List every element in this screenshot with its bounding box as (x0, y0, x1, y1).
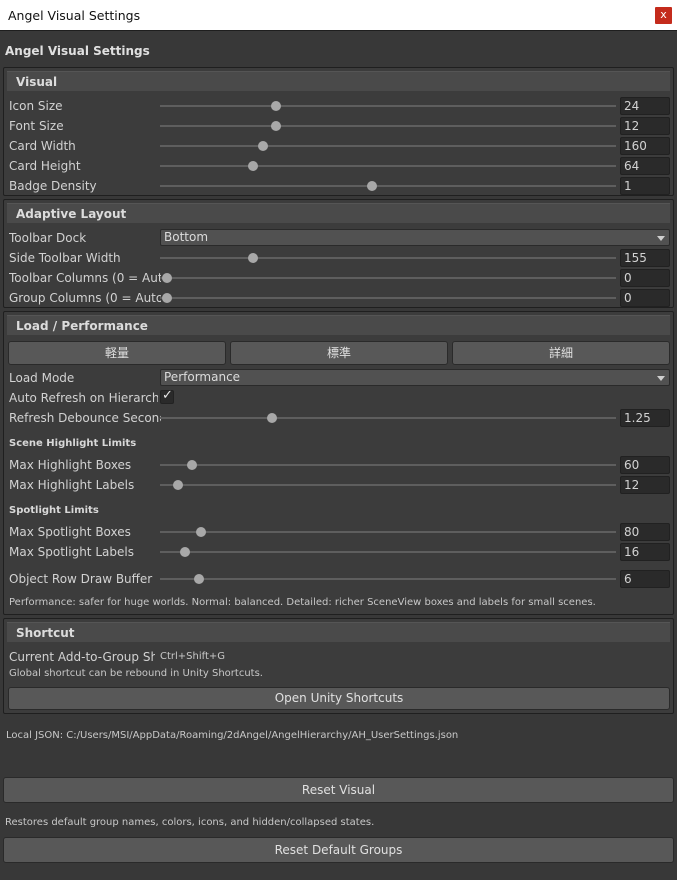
adaptive-row-slider[interactable] (160, 273, 616, 283)
performance-note: Performance: safer for huge worlds. Norm… (9, 597, 596, 608)
adaptive-row-slider[interactable] (160, 293, 616, 303)
scene-row-field[interactable]: 12 (620, 476, 670, 494)
debounce-label: Refresh Debounce Seconds (9, 411, 161, 425)
adaptive-section: Adaptive Layout Toolbar Dock Bottom Side… (3, 199, 674, 308)
visual-row-slider[interactable] (160, 181, 616, 191)
adaptive-row-field[interactable]: 0 (620, 269, 670, 287)
reset-visual-button[interactable]: Reset Visual (3, 777, 674, 803)
auto-refresh-checkbox[interactable]: ✓ (160, 388, 174, 404)
visual-row-label: Card Height (9, 159, 81, 173)
visual-row-slider[interactable] (160, 141, 616, 151)
adaptive-row-label: Side Toolbar Width (9, 251, 121, 265)
auto-refresh-label: Auto Refresh on Hierarchy Change (9, 391, 158, 405)
visual-row-slider-thumb[interactable] (367, 181, 378, 191)
spot-row-slider[interactable] (160, 527, 616, 537)
close-button[interactable]: x (655, 7, 672, 24)
debounce-slider[interactable] (160, 413, 616, 423)
scene-row-slider[interactable] (160, 480, 616, 490)
adaptive-row-label: Group Columns (0 = Auto) (9, 291, 161, 305)
visual-row-slider-thumb[interactable] (271, 101, 282, 111)
shortcut-note: Global shortcut can be rebound in Unity … (9, 668, 263, 679)
scene-row-slider-thumb[interactable] (186, 460, 197, 470)
toolbar-dock-value: Bottom (164, 230, 209, 244)
scene-highlight-heading: Scene Highlight Limits (9, 438, 137, 449)
spotlight-heading: Spotlight Limits (9, 505, 99, 516)
visual-row-slider[interactable] (160, 161, 616, 171)
preset-light-button[interactable]: 軽量 (8, 341, 226, 365)
adaptive-row-field[interactable]: 155 (620, 249, 670, 267)
preset-detailed-button[interactable]: 詳細 (452, 341, 670, 365)
spot-row-field[interactable]: 16 (620, 543, 670, 561)
scene-row-slider[interactable] (160, 460, 616, 470)
buffer-slider[interactable] (160, 574, 616, 584)
load-section: Load / Performance 軽量 標準 詳細 Load Mode Pe… (3, 311, 674, 615)
shortcut-header-label: Shortcut (16, 626, 75, 640)
spot-row-slider[interactable] (160, 547, 616, 557)
visual-header[interactable]: Visual (7, 71, 670, 91)
visual-section: Visual Icon Size 24 Font Size 12 Card Width 1… (3, 67, 674, 196)
visual-row-field[interactable]: 64 (620, 157, 670, 175)
visual-row-slider-thumb[interactable] (248, 161, 259, 171)
debounce-slider-thumb[interactable] (266, 413, 277, 423)
adaptive-row-slider-thumb[interactable] (161, 293, 172, 303)
load-header[interactable]: Load / Performance (7, 315, 670, 335)
spot-row-label: Max Spotlight Boxes (9, 525, 131, 539)
current-shortcut-label: Current Add-to-Group Shortcut (9, 650, 155, 664)
chevron-down-icon (657, 236, 665, 241)
local-json-path: Local JSON: C:/Users/MSI/AppData/Roaming… (6, 730, 459, 741)
spot-row-slider-thumb[interactable] (196, 527, 207, 537)
visual-header-label: Visual (16, 75, 58, 89)
current-shortcut-value: Ctrl+Shift+G (160, 651, 226, 662)
window-heading: Angel Visual Settings (5, 44, 150, 58)
visual-row-slider-thumb[interactable] (271, 121, 282, 131)
chevron-down-icon (657, 376, 665, 381)
adaptive-row-label: Toolbar Columns (0 = Auto) (9, 271, 161, 285)
adaptive-row-field[interactable]: 0 (620, 289, 670, 307)
title-bar: Angel Visual Settings x (0, 0, 677, 31)
load-header-label: Load / Performance (16, 319, 148, 333)
reset-default-groups-button[interactable]: Reset Default Groups (3, 837, 674, 863)
visual-row-label: Badge Density (9, 179, 97, 193)
visual-row-field[interactable]: 24 (620, 97, 670, 115)
adaptive-row-slider[interactable] (160, 253, 616, 263)
toolbar-dock-label: Toolbar Dock (9, 231, 87, 245)
toolbar-dock-dropdown[interactable]: Bottom (160, 229, 670, 246)
visual-row-field[interactable]: 1 (620, 177, 670, 195)
visual-row-slider[interactable] (160, 101, 616, 111)
visual-row-label: Font Size (9, 119, 64, 133)
restore-note: Restores default group names, colors, ic… (5, 817, 375, 828)
preset-standard-button[interactable]: 標準 (230, 341, 448, 365)
visual-row-slider[interactable] (160, 121, 616, 131)
spot-row-field[interactable]: 80 (620, 523, 670, 541)
shortcut-header[interactable]: Shortcut (7, 622, 670, 642)
visual-row-slider-thumb[interactable] (257, 141, 268, 151)
scene-row-label: Max Highlight Boxes (9, 458, 132, 472)
scene-row-slider-thumb[interactable] (173, 480, 184, 490)
open-unity-shortcuts-button[interactable]: Open Unity Shortcuts (8, 687, 670, 710)
load-mode-label: Load Mode (9, 371, 75, 385)
visual-row-field[interactable]: 160 (620, 137, 670, 155)
buffer-slider-thumb[interactable] (193, 574, 204, 584)
load-mode-dropdown[interactable]: Performance (160, 369, 670, 386)
scene-row-field[interactable]: 60 (620, 456, 670, 474)
debounce-field[interactable]: 1.25 (620, 409, 670, 427)
visual-row-field[interactable]: 12 (620, 117, 670, 135)
adaptive-header[interactable]: Adaptive Layout (7, 203, 670, 223)
visual-row-label: Card Width (9, 139, 76, 153)
adaptive-header-label: Adaptive Layout (16, 207, 127, 221)
buffer-label: Object Row Draw Buffer (9, 572, 153, 586)
adaptive-row-slider-thumb[interactable] (161, 273, 172, 283)
checkmark-icon: ✓ (162, 388, 173, 403)
load-mode-value: Performance (164, 370, 241, 384)
scene-row-label: Max Highlight Labels (9, 478, 135, 492)
spot-row-slider-thumb[interactable] (180, 547, 191, 557)
buffer-field[interactable]: 6 (620, 570, 670, 588)
spot-row-label: Max Spotlight Labels (9, 545, 134, 559)
shortcut-section: Shortcut Current Add-to-Group Shortcut C… (3, 618, 674, 714)
adaptive-row-slider-thumb[interactable] (248, 253, 259, 263)
close-icon: x (660, 8, 667, 21)
window-title: Angel Visual Settings (8, 8, 141, 23)
visual-row-label: Icon Size (9, 99, 63, 113)
